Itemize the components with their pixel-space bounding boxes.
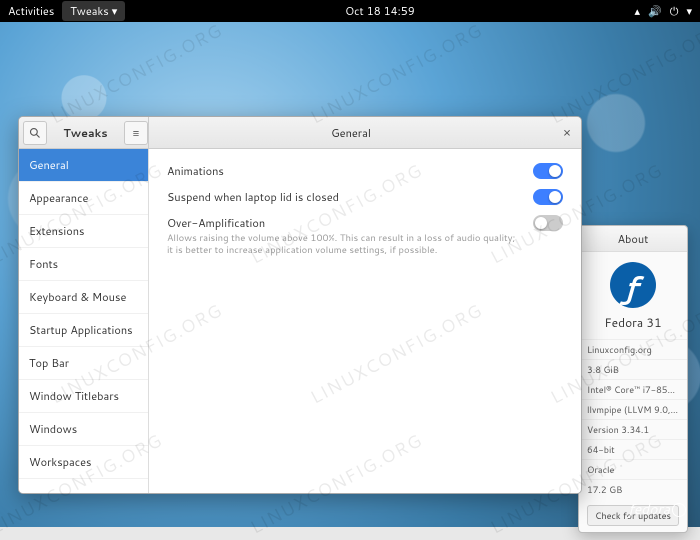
hamburger-button[interactable]: ≡ xyxy=(124,121,148,145)
close-icon: × xyxy=(563,124,571,142)
activities-button[interactable]: Activities xyxy=(8,3,54,19)
about-gnome-version: Version 3.34.1 xyxy=(579,419,687,439)
search-icon xyxy=(29,127,41,139)
overamp-description: Allows raising the volume above 100%. Th… xyxy=(167,233,523,258)
tweaks-content: Animations Suspend when laptop lid is cl… xyxy=(149,149,581,493)
status-chevron-icon[interactable]: ▾ xyxy=(686,3,692,19)
sidebar-item-startup-apps[interactable]: Startup Applications xyxy=(19,314,148,347)
about-window: About Fedora 31 Linuxconfig.org 3.8 GiB … xyxy=(578,225,688,533)
app-menu[interactable]: Tweaks ▾ xyxy=(62,1,125,21)
setting-suspend-lid: Suspend when laptop lid is closed xyxy=(167,189,563,205)
sidebar-item-top-bar[interactable]: Top Bar xyxy=(19,347,148,380)
hamburger-icon: ≡ xyxy=(133,125,139,141)
suspend-lid-label: Suspend when laptop lid is closed xyxy=(167,189,523,205)
fedora-brand-label: fedora xyxy=(628,499,686,519)
network-icon[interactable]: ▴ xyxy=(635,3,641,19)
overamp-toggle[interactable] xyxy=(533,215,563,231)
about-os-type: 64-bit xyxy=(579,439,687,459)
sidebar-item-keyboard-mouse[interactable]: Keyboard & Mouse xyxy=(19,281,148,314)
about-virtualization: Oracle xyxy=(579,459,687,479)
animations-label: Animations xyxy=(167,163,523,179)
about-os-name: Fedora 31 xyxy=(579,314,687,331)
sidebar-item-fonts[interactable]: Fonts xyxy=(19,248,148,281)
about-title: About xyxy=(579,226,687,252)
tweaks-sidebar: General Appearance Extensions Fonts Keyb… xyxy=(19,149,149,493)
search-button[interactable] xyxy=(23,121,47,145)
close-button[interactable]: × xyxy=(553,124,581,142)
tweaks-headerbar: Tweaks ≡ General × xyxy=(19,117,581,149)
about-device-name: Linuxconfig.org xyxy=(579,339,687,359)
power-icon[interactable]: ⏻ xyxy=(670,3,679,19)
volume-icon[interactable]: 🔊 xyxy=(648,3,662,19)
sidebar-item-windows[interactable]: Windows xyxy=(19,413,148,446)
clock[interactable]: Oct 18 14:59 xyxy=(125,3,634,19)
tweaks-window: Tweaks ≡ General × General Appearance Ex… xyxy=(18,116,582,494)
suspend-lid-toggle[interactable] xyxy=(533,189,563,205)
gnome-top-panel: Activities Tweaks ▾ Oct 18 14:59 ▴ 🔊 ⏻ ▾ xyxy=(0,0,700,22)
sidebar-item-workspaces[interactable]: Workspaces xyxy=(19,446,148,479)
sidebar-item-extensions[interactable]: Extensions xyxy=(19,215,148,248)
overamp-label: Over-Amplification xyxy=(167,215,523,231)
sidebar-item-appearance[interactable]: Appearance xyxy=(19,182,148,215)
fedora-brand-icon xyxy=(672,503,686,517)
fedora-logo-icon xyxy=(610,262,656,308)
setting-over-amplification: Over-Amplification Allows raising the vo… xyxy=(167,215,563,258)
tweaks-title: Tweaks xyxy=(51,125,120,141)
about-cpu: Intel® Core™ i7-8565U CPU @ … xyxy=(579,379,687,399)
about-disk: 17.2 GB xyxy=(579,479,687,499)
sidebar-item-window-titlebars[interactable]: Window Titlebars xyxy=(19,380,148,413)
about-memory: 3.8 GiB xyxy=(579,359,687,379)
setting-animations: Animations xyxy=(167,163,563,179)
sidebar-item-general[interactable]: General xyxy=(19,149,148,182)
tweaks-section-title: General xyxy=(149,125,553,141)
about-graphics: llvmpipe (LLVM 9.0, 256 bits) xyxy=(579,399,687,419)
animations-toggle[interactable] xyxy=(533,163,563,179)
